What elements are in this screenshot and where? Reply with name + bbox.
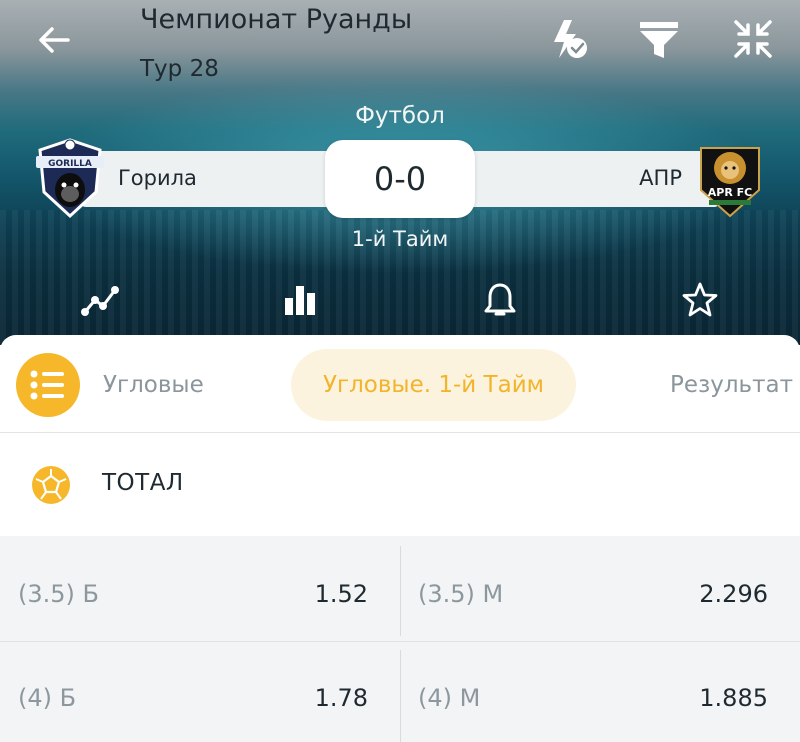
lightning-check-icon[interactable] <box>546 16 592 62</box>
score-display: 0-0 <box>325 140 475 218</box>
odds-label: (4) М <box>418 684 481 712</box>
odds-cell[interactable]: (4) М 1.885 <box>400 650 786 742</box>
home-team-logo: GORILLA <box>30 136 110 222</box>
odds-grid: (3.5) Б 1.52 (3.5) М 2.296 (4) Б 1.78 (4… <box>0 536 800 742</box>
odds-cell[interactable]: (3.5) Б 1.52 <box>0 546 386 638</box>
odds-value: 1.52 <box>314 580 368 608</box>
match-period: 1-й Тайм <box>351 227 449 251</box>
market-tabs: Угловые Угловые. 1-й Тайм Результат <box>0 335 800 433</box>
tab-result[interactable]: Результат <box>670 349 793 421</box>
tab-corners-first-half[interactable]: Угловые. 1-й Тайм <box>291 349 576 421</box>
column-divider <box>400 650 401 742</box>
match-page: Чемпионат Руанды Тур 28 Футбол GORILLA Г… <box>0 0 800 742</box>
section-title: ТОТАЛ <box>102 470 184 496</box>
collapse-icon[interactable] <box>730 16 776 62</box>
tab-corners[interactable]: Угловые <box>103 349 204 421</box>
star-icon[interactable] <box>680 280 720 320</box>
soccer-ball-icon <box>30 464 72 506</box>
odds-cell[interactable]: (4) Б 1.78 <box>0 650 386 742</box>
odds-value: 1.78 <box>314 684 368 712</box>
odds-label: (3.5) М <box>418 580 504 608</box>
svg-text:GORILLA: GORILLA <box>48 159 92 169</box>
away-team-logo: APR FC <box>695 140 765 220</box>
back-arrow-icon[interactable] <box>34 20 74 60</box>
bell-icon[interactable] <box>480 280 520 320</box>
trend-chart-icon[interactable] <box>80 280 120 320</box>
filter-icon[interactable] <box>636 16 682 62</box>
odds-label: (4) Б <box>18 684 77 712</box>
odds-value: 1.885 <box>699 684 768 712</box>
round-subtitle: Тур 28 <box>140 56 219 82</box>
row-divider <box>0 641 800 642</box>
bar-chart-icon[interactable] <box>280 280 320 320</box>
odds-value: 2.296 <box>699 580 768 608</box>
match-header: Чемпионат Руанды Тур 28 Футбол GORILLA Г… <box>0 0 800 345</box>
page-title: Чемпионат Руанды <box>140 4 413 35</box>
home-team-name: Горила <box>118 166 197 190</box>
away-team-name: АПР <box>639 166 682 190</box>
column-divider <box>400 546 401 636</box>
menu-list-icon[interactable] <box>16 353 80 417</box>
sport-label: Футбол <box>355 103 445 129</box>
odds-label: (3.5) Б <box>18 580 99 608</box>
odds-cell[interactable]: (3.5) М 2.296 <box>400 546 786 638</box>
total-section-header[interactable]: ТОТАЛ <box>0 434 800 536</box>
svg-text:APR FC: APR FC <box>708 186 752 199</box>
